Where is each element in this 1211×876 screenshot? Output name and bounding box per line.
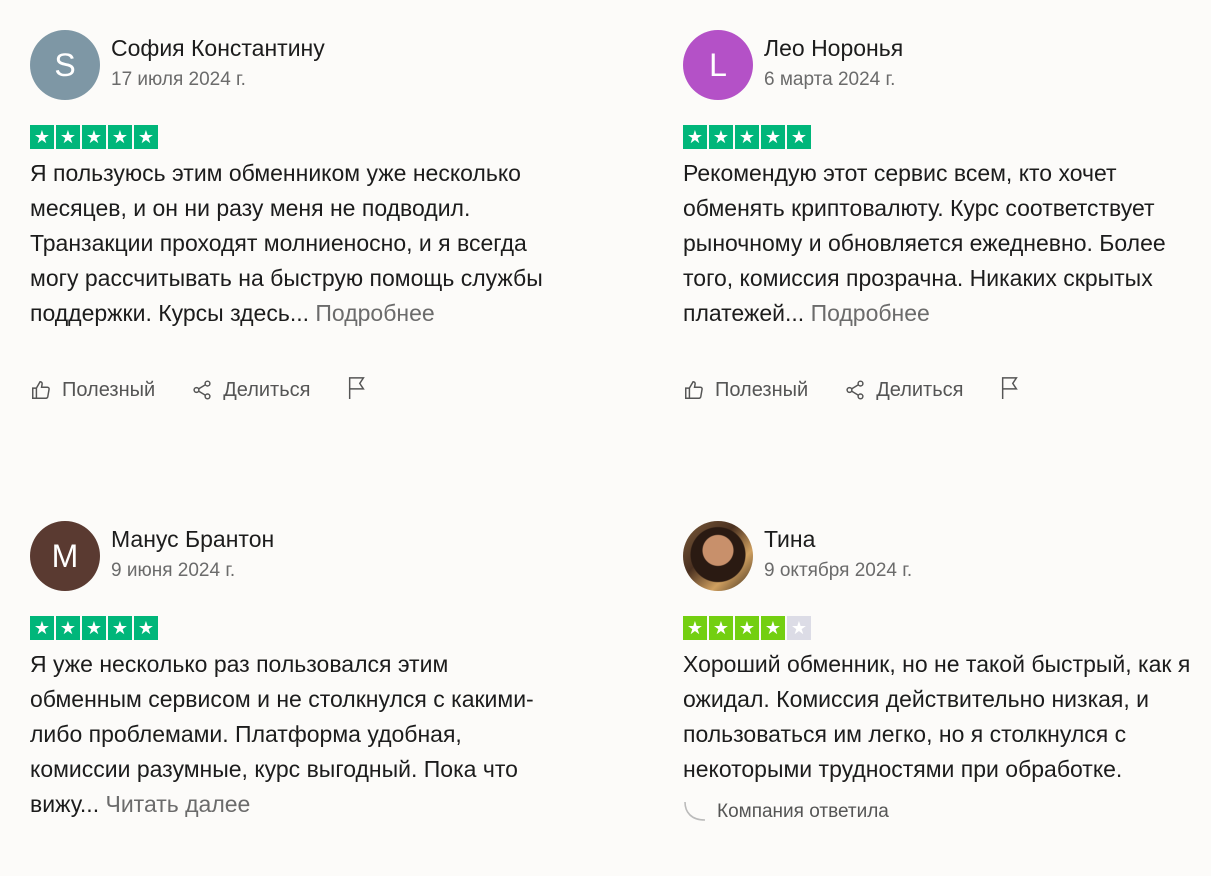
star-icon: ★ [787, 125, 811, 149]
review-text: Я уже несколько раз пользовался этим обм… [30, 651, 534, 817]
helpful-label: Полезный [62, 378, 156, 401]
share-label: Делиться [223, 378, 311, 401]
review-actions: Полезный Делиться [30, 375, 570, 405]
report-button[interactable] [999, 376, 1021, 405]
review-date: 9 июня 2024 г. [111, 560, 236, 581]
review-header: M Манус Брантон 9 июня 2024 г. [30, 521, 570, 593]
avatar[interactable]: S [30, 30, 100, 100]
flag-icon [349, 376, 366, 399]
company-reply-toggle[interactable]: Компания ответила [683, 801, 1211, 823]
thumbs-up-icon [685, 381, 703, 399]
share-button[interactable]: Делиться [844, 379, 963, 402]
review-date: 17 июля 2024 г. [111, 69, 246, 90]
review-text: Рекомендую этот сервис всем, кто хочет о… [683, 160, 1166, 326]
star-icon: ★ [683, 616, 707, 640]
star-icon: ★ [56, 616, 80, 640]
review-header: L Лео Норонья 6 марта 2024 г. [683, 30, 1211, 102]
flag-icon [1002, 376, 1019, 399]
star-rating: ★ ★ ★ ★ ★ [30, 616, 570, 640]
star-icon: ★ [56, 125, 80, 149]
review-card: S София Константину 17 июля 2024 г. ★ ★ … [30, 30, 570, 405]
read-more-link[interactable]: Подробнее [315, 300, 434, 326]
helpful-label: Полезный [715, 378, 809, 401]
star-icon: ★ [30, 125, 54, 149]
helpful-button[interactable]: Полезный [683, 379, 808, 402]
star-icon: ★ [108, 125, 132, 149]
share-icon [846, 380, 864, 400]
report-button[interactable] [346, 376, 368, 405]
star-icon: ★ [134, 125, 158, 149]
share-button[interactable]: Делиться [191, 379, 310, 402]
read-more-link[interactable]: Подробнее [811, 300, 930, 326]
review-date: 6 марта 2024 г. [764, 69, 896, 90]
review-date: 9 октября 2024 г. [764, 560, 913, 581]
review-card: M Манус Брантон 9 июня 2024 г. ★ ★ ★ ★ ★… [30, 521, 570, 822]
star-rating: ★ ★ ★ ★ ★ [683, 616, 1211, 640]
helpful-button[interactable]: Полезный [30, 379, 155, 402]
star-icon: ★ [683, 125, 707, 149]
star-icon: ★ [761, 616, 785, 640]
star-empty-icon: ★ [787, 616, 811, 640]
thumbs-up-icon [32, 381, 50, 399]
review-card: Тина 9 октября 2024 г. ★ ★ ★ ★ ★ Хороший… [683, 521, 1211, 823]
review-header: S София Константину 17 июля 2024 г. [30, 30, 570, 102]
star-icon: ★ [108, 616, 132, 640]
review-header: Тина 9 октября 2024 г. [683, 521, 1211, 593]
star-icon: ★ [82, 616, 106, 640]
share-icon [193, 380, 211, 400]
reviewer-name[interactable]: София Константину [111, 34, 325, 62]
reply-curve-icon [684, 801, 706, 821]
star-rating: ★ ★ ★ ★ ★ [30, 125, 570, 149]
star-icon: ★ [735, 616, 759, 640]
star-icon: ★ [30, 616, 54, 640]
star-icon: ★ [709, 616, 733, 640]
review-card: L Лео Норонья 6 марта 2024 г. ★ ★ ★ ★ ★ … [683, 30, 1211, 405]
reviewer-name[interactable]: Манус Брантон [111, 525, 274, 553]
avatar[interactable]: L [683, 30, 753, 100]
star-icon: ★ [735, 125, 759, 149]
reviewer-name[interactable]: Лео Норонья [764, 34, 903, 62]
read-more-link[interactable]: Читать далее [105, 791, 250, 817]
star-rating: ★ ★ ★ ★ ★ [683, 125, 1211, 149]
review-actions: Полезный Делиться [683, 375, 1211, 405]
company-replied-label: Компания ответила [717, 801, 889, 822]
star-icon: ★ [82, 125, 106, 149]
avatar[interactable]: M [30, 521, 100, 591]
reviewer-name[interactable]: Тина [764, 525, 912, 553]
avatar-photo[interactable] [683, 521, 753, 591]
star-icon: ★ [761, 125, 785, 149]
share-label: Делиться [876, 378, 964, 401]
review-text: Я пользуюсь этим обменником уже нескольк… [30, 160, 543, 326]
star-icon: ★ [134, 616, 158, 640]
star-icon: ★ [709, 125, 733, 149]
review-text: Хороший обменник, но не такой быстрый, к… [683, 651, 1191, 782]
